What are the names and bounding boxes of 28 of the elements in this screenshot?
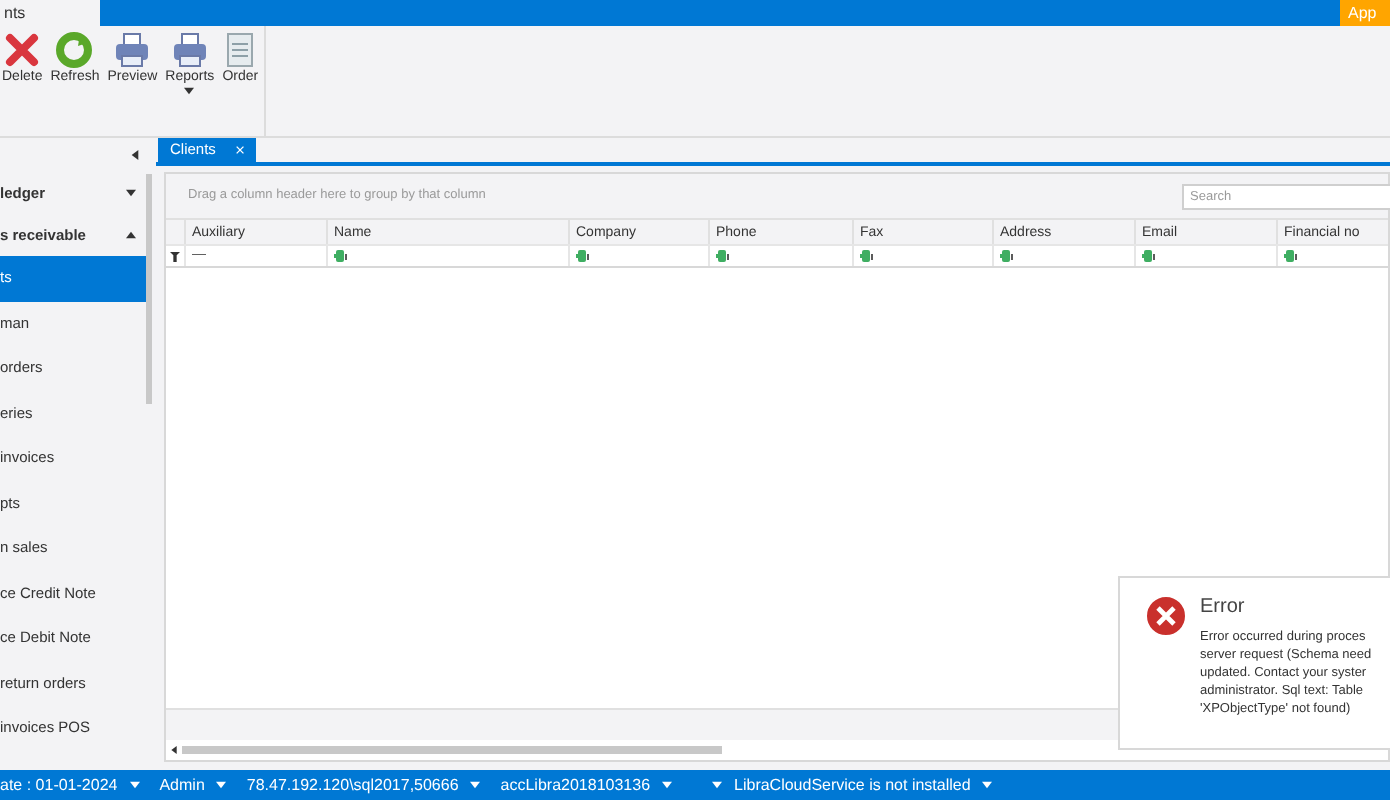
refresh-icon: [56, 32, 93, 68]
printer-icon: [114, 32, 151, 68]
filter-icon[interactable]: [170, 251, 180, 261]
scrollbar-thumb[interactable]: [146, 174, 152, 404]
document-icon: [222, 32, 259, 68]
status-item[interactable]: Admin: [159, 773, 205, 797]
filter-condition-icon[interactable]: [334, 250, 350, 262]
filter-condition-icon[interactable]: [716, 250, 732, 262]
close-icon[interactable]: [235, 144, 244, 156]
filter-condition-icon[interactable]: [1000, 250, 1016, 262]
filter-condition-icon[interactable]: [1284, 250, 1300, 262]
delete-x-icon: [4, 32, 41, 68]
filter-condition-icon[interactable]: [576, 250, 592, 262]
collapse-arrow-icon[interactable]: [130, 150, 140, 160]
scroll-left-icon[interactable]: [170, 746, 178, 754]
error-icon: [1144, 594, 1188, 638]
filter-condition-icon[interactable]: [860, 250, 876, 262]
app-tab[interactable]: nts: [0, 0, 100, 26]
scrollbar-thumb[interactable]: [182, 746, 722, 754]
status-item[interactable]: accLibra2018103136: [500, 773, 651, 797]
status-item[interactable]: 78.47.192.120\sql2017,50666: [246, 773, 459, 797]
printer-icon: [171, 32, 208, 68]
status-item[interactable]: ate : 01-01-2024: [0, 773, 118, 797]
error-title: Error: [1200, 594, 1247, 622]
status-item[interactable]: LibraCloudService is not installed: [734, 773, 971, 797]
filter-condition-icon[interactable]: [1142, 250, 1158, 262]
caret-icon[interactable]: [126, 230, 136, 240]
caret-icon[interactable]: [126, 188, 136, 198]
